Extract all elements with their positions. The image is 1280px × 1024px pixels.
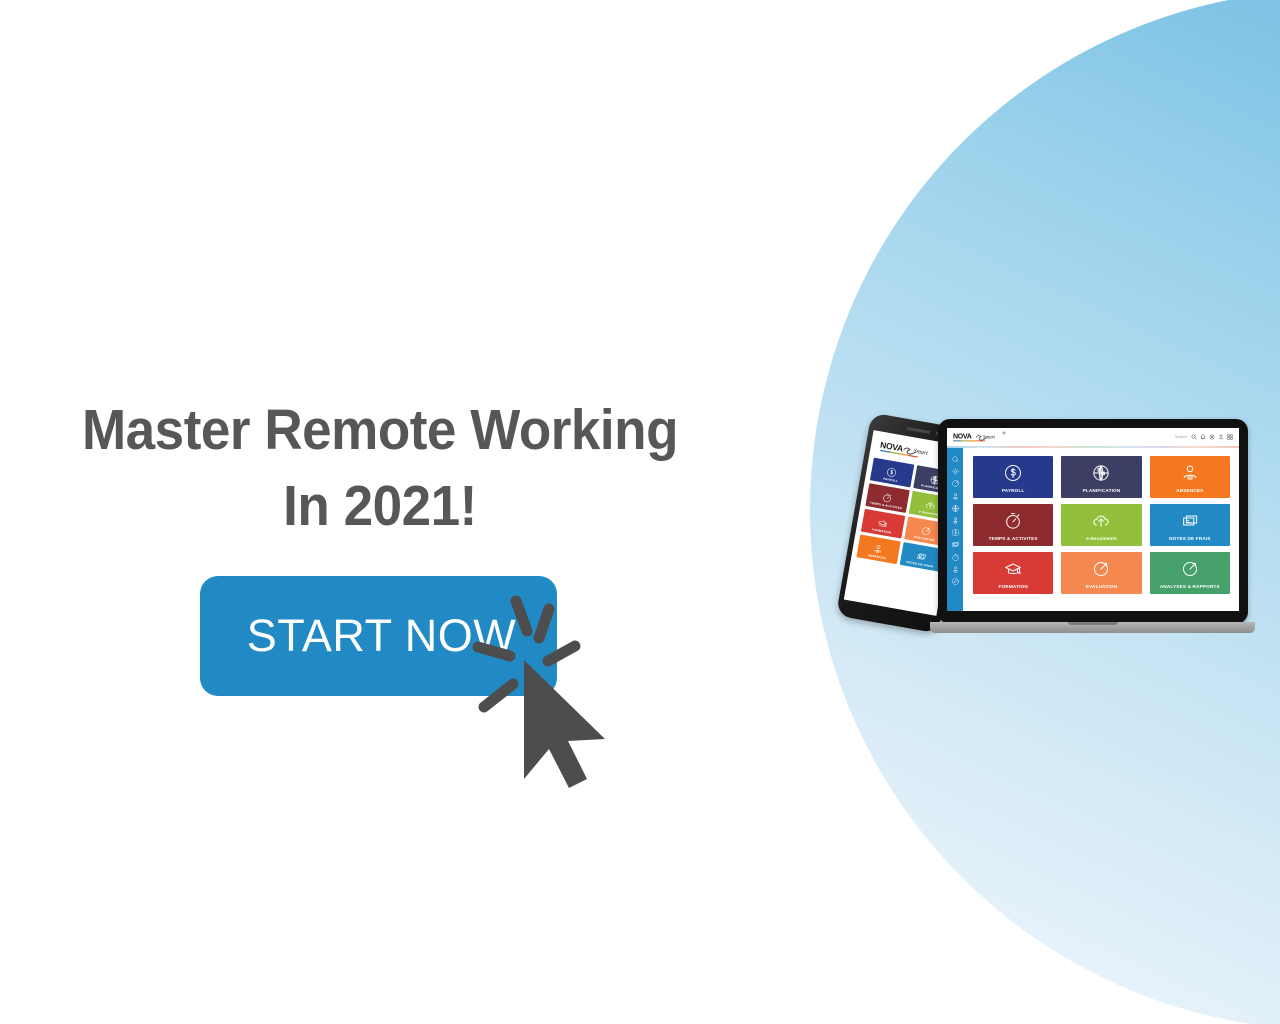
person-badge-icon [1183,465,1197,480]
user-icon[interactable] [1218,434,1224,440]
module-tile-label: NOTES DE FRAIS [1169,537,1211,542]
laptop-notch [1067,622,1118,625]
module-tile-label: TEMPS & ACTIVITÉS [988,537,1038,542]
sidebar-item-1-gear-icon[interactable] [951,463,960,476]
person-badge-icon [874,545,882,553]
module-tile-label: PAYROLL [1001,489,1025,494]
target-arrow-icon [1094,561,1109,577]
calendar-globe-icon [1093,465,1110,481]
module-tile[interactable]: e-documents [1061,504,1142,546]
cta-area: START NOW [200,576,605,806]
device-cluster: NOVA Smart PAYROLL PLANIFICATION TEMPS & A… [835,412,1265,665]
dollar-circle-icon [887,468,897,477]
app-main: PAYROLL PLANIFICATION ABSENCES TEMPS & ACTI… [963,448,1239,611]
module-tile[interactable]: ANALYSES & RAPPORTS [1149,552,1230,594]
search-icon[interactable] [1191,434,1197,440]
module-tile-label: e-documents [1086,537,1117,542]
laptop-screen: NOVA Smart Search PAYROLL PLANIFICATION … [947,428,1239,611]
stopwatch-icon [881,490,894,503]
nova-smart-logo: NOVA Smart [953,431,1006,442]
module-tile-grid: PAYROLL PLANIFICATION ABSENCES TEMPS & ACTI… [973,456,1230,594]
laptop-lid: NOVA Smart Search PAYROLL PLANIFICATION … [938,419,1248,624]
phone-module-tile[interactable]: FORMATION [860,508,905,539]
svg-text:Smart: Smart [983,436,996,441]
stopwatch-icon [1003,511,1023,531]
expense-cards-icon [1182,515,1197,526]
expense-cards-icon [917,553,926,560]
cloud-upload-icon [1093,515,1110,527]
person-badge-icon [1180,463,1200,483]
laptop-mockup: NOVA Smart Search PAYROLL PLANIFICATION … [930,419,1255,649]
module-tile[interactable]: PAYROLL [973,456,1054,498]
module-tile-label: ANALYSES & RAPPORTS [1159,585,1220,590]
graduation-cap-icon [1005,563,1021,574]
search-label: Search [1175,435,1187,439]
target-arrow-icon [1182,561,1197,577]
module-tile[interactable]: TEMPS & ACTIVITÉS [973,504,1054,546]
grid-apps-icon[interactable] [1227,434,1233,440]
phone-speaker [906,426,931,434]
pencil-circle-icon [951,578,959,585]
sidebar-item-10-pencil-circle-icon[interactable] [951,573,960,585]
phone-module-tile[interactable]: TEMPS & ACTIVITÉS [865,483,910,513]
graduation-cap-icon [877,515,890,528]
phone-module-tile[interactable]: PAYROLL [869,457,914,488]
app-sidebar [947,448,963,611]
app-header: NOVA Smart Search [947,428,1239,446]
expense-cards-icon [1180,511,1200,531]
module-tile-label: ÉVALUATION [1085,585,1118,590]
module-tile[interactable]: PLANIFICATION [1061,456,1142,498]
module-tile[interactable]: ÉVALUATION [1061,552,1142,594]
svg-text:NOVA: NOVA [953,434,972,441]
sidebar-item-0-search-icon[interactable] [951,451,960,463]
module-tile[interactable]: NOTES DE FRAIS [1149,504,1230,546]
sidebar-item-4-globe-network-icon[interactable] [951,500,960,512]
app-header-actions: Search [1175,434,1233,440]
sidebar-item-5-person-lock-icon[interactable] [951,512,960,524]
dollar-circle-icon [1003,463,1023,483]
start-now-button[interactable]: START NOW [200,576,557,696]
sidebar-item-3-person-badge-icon[interactable] [951,488,960,499]
stopwatch-icon [883,493,892,503]
person-badge-icon [872,541,885,554]
target-arrow-icon [1091,559,1111,579]
cloud-upload-icon [1091,511,1111,531]
promo-banner: Master Remote Working In 2021! START NOW… [0,0,1280,1024]
hero-copy: Master Remote Working In 2021! [40,392,720,545]
graduation-cap-icon [1003,559,1023,579]
module-tile[interactable]: FORMATION [973,552,1054,594]
sidebar-item-2-target-arrow-icon[interactable] [951,475,960,488]
svg-text:Smart: Smart [913,448,928,456]
calendar-globe-icon [1091,463,1111,483]
graduation-cap-icon [878,520,888,527]
module-tile-label: ABSENCES [1176,489,1204,494]
module-tile-label: FORMATION [998,585,1028,590]
sidebar-item-6-dollar-circle-icon[interactable] [951,524,960,537]
bell-icon[interactable] [1200,434,1206,440]
stopwatch-icon [1006,513,1020,529]
module-tile[interactable]: ABSENCES [1149,456,1230,498]
dollar-circle-icon [886,464,899,477]
sidebar-item-7-expense-cards-icon[interactable] [951,536,960,547]
target-arrow-icon [1180,559,1200,579]
dollar-circle-icon [1005,465,1022,481]
expense-cards-icon [915,548,928,561]
sidebar-item-8-stopwatch-icon[interactable] [951,549,960,561]
app-body: PAYROLL PLANIFICATION ABSENCES TEMPS & ACTI… [947,448,1239,611]
gear-icon[interactable] [1209,434,1215,440]
page-title: Master Remote Working In 2021! [81,398,679,539]
sidebar-item-9-person-card-icon[interactable] [951,561,960,573]
module-tile-label: PLANIFICATION [1082,489,1121,494]
phone-module-tile[interactable]: ABSENCES [856,534,901,565]
